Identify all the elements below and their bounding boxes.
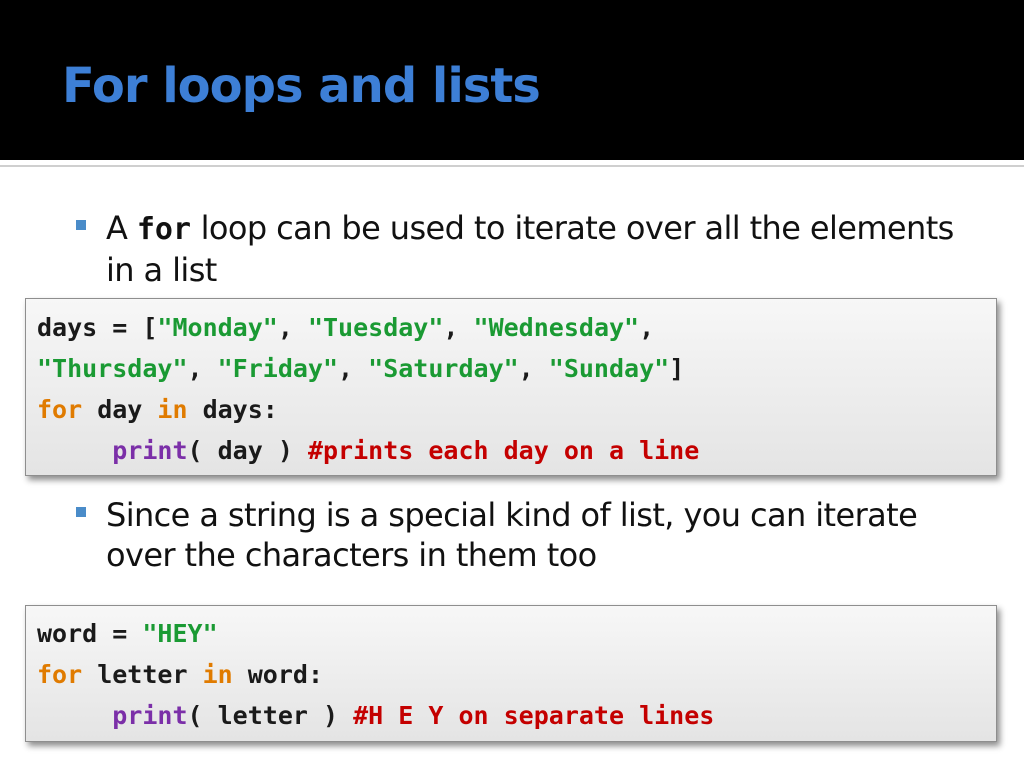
bullet-1-suffix: loop can be used to iterate over all the… <box>106 209 954 289</box>
code-token: , <box>639 313 655 342</box>
title-divider-gray <box>0 165 1024 167</box>
code-line: days = ["Monday", "Tuesday", "Wednesday"… <box>37 307 654 348</box>
code-token: ( letter ) <box>187 701 354 730</box>
code-token: word: <box>232 660 323 689</box>
code-comment: #prints each day on a line <box>307 436 700 465</box>
code-comment: #H E Y on separate lines <box>353 701 715 730</box>
code-line: for letter in word: <box>37 654 323 695</box>
code-string: "Sunday" <box>548 354 670 383</box>
code-token: word = <box>37 619 143 648</box>
code-string: "Thursday" <box>37 354 188 383</box>
code-token: , <box>518 354 549 383</box>
code-token: ] <box>669 354 685 383</box>
bullet-square-icon <box>76 220 86 230</box>
code-keyword: for <box>37 395 83 424</box>
code-function: print <box>112 436 188 465</box>
code-token: , <box>443 313 474 342</box>
code-string: "HEY" <box>142 619 218 648</box>
code-token: days = [ <box>37 313 158 342</box>
code-token: letter <box>82 660 203 689</box>
code-function: print <box>112 701 188 730</box>
code-string: "Saturday" <box>368 354 519 383</box>
bullet-text-1: A for loop can be used to iterate over a… <box>106 208 986 290</box>
code-line: for day in days: <box>37 389 278 430</box>
code-keyword: in <box>157 395 188 424</box>
code-string: "Tuesday" <box>307 313 444 342</box>
code-string: "Wednesday" <box>473 313 640 342</box>
code-token: days: <box>187 395 278 424</box>
bullet-text-2: Since a string is a special kind of list… <box>106 496 918 574</box>
bullet-1-inline-code: for <box>136 212 192 247</box>
code-keyword: for <box>37 660 83 689</box>
code-string: "Friday" <box>217 354 339 383</box>
code-block-days: days = ["Monday", "Tuesday", "Wednesday"… <box>25 298 997 476</box>
bullet-1-prefix: A <box>106 209 137 247</box>
code-block-word: word = "HEY" for letter in word: print( … <box>25 605 997 742</box>
code-token: , <box>338 354 369 383</box>
code-token: ( day ) <box>187 436 308 465</box>
slide-title: For loops and lists <box>62 58 541 114</box>
bullet-square-icon <box>76 507 86 517</box>
code-line: "Thursday", "Friday", "Saturday", "Sunda… <box>37 348 684 389</box>
code-token: , <box>277 313 308 342</box>
code-string: "Monday" <box>157 313 278 342</box>
code-keyword: in <box>202 660 233 689</box>
code-token: , <box>187 354 218 383</box>
code-line: print( letter ) #H E Y on separate lines <box>37 695 714 736</box>
code-line: word = "HEY" <box>37 613 218 654</box>
title-divider-white <box>0 160 1024 163</box>
code-line: print( day ) #prints each day on a line <box>37 430 699 471</box>
code-token: day <box>82 395 158 424</box>
